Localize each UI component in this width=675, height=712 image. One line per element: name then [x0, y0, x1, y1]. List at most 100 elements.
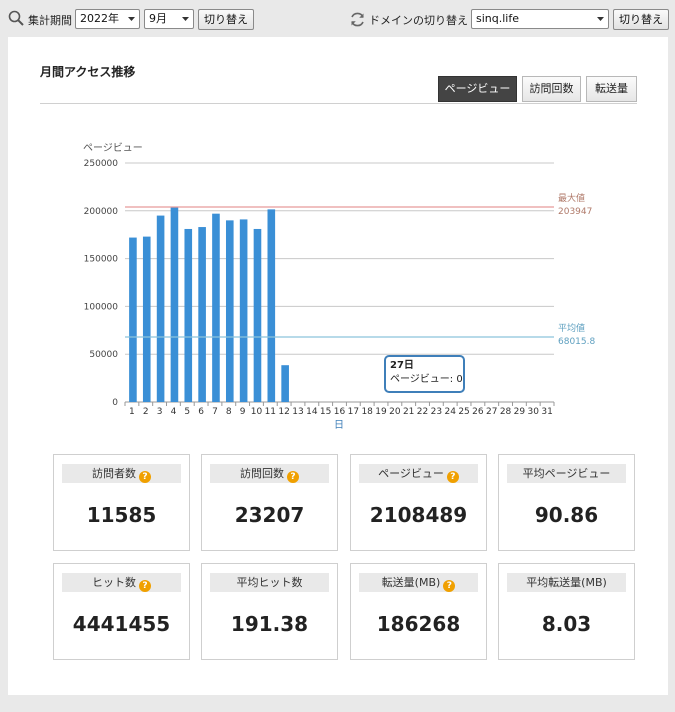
y-tick-label: 100000	[84, 302, 119, 312]
avg-line-value: 68015.8	[558, 337, 595, 347]
help-icon[interactable]: ?	[446, 471, 459, 483]
x-tick-label: 17	[348, 407, 359, 417]
x-tick-label: 22	[417, 407, 428, 417]
chevron-down-icon	[597, 17, 604, 21]
chart-bar	[267, 209, 276, 402]
monthly-access-chart: ページビュー 250000 200000 150000 100000 50000 0 最大…	[83, 142, 595, 431]
x-tick-label: 18	[361, 407, 373, 417]
y-tick-label: 50000	[89, 350, 118, 360]
domain-select-value: sinq.life	[476, 12, 519, 25]
max-line-value: 203947	[558, 207, 592, 217]
access-panel: 月間アクセス推移 ページビュー 訪問回数 転送量 ページビュー 250000 20…	[8, 37, 668, 695]
x-tick-label: 16	[334, 407, 346, 417]
x-tick-label: 9	[240, 407, 246, 417]
x-tick-label: 25	[458, 407, 469, 417]
y-tick-label: 150000	[84, 255, 119, 265]
stat-card-visitors: 訪問者数? 11585	[53, 454, 190, 551]
x-tick-label: 19	[375, 407, 387, 417]
chart-bar	[239, 219, 248, 402]
x-tick-label: 27	[486, 407, 497, 417]
y-axis-label: ページビュー	[83, 142, 143, 154]
x-tick-label: 29	[514, 407, 526, 417]
x-tick-label: 15	[320, 407, 331, 417]
x-tick-label: 3	[157, 407, 163, 417]
chart-bar	[184, 228, 193, 402]
x-tick-label: 7	[212, 407, 218, 417]
stat-card-pageviews: ページビュー? 2108489	[350, 454, 487, 551]
chart-bar	[253, 228, 262, 402]
x-tick-label: 24	[444, 407, 456, 417]
stat-label: ヒット数?	[62, 573, 181, 592]
month-select[interactable]: 9月	[144, 9, 194, 29]
stat-label: 平均ページビュー	[507, 464, 626, 483]
x-tick-label: 11	[265, 407, 276, 417]
chart-bar	[198, 227, 206, 402]
help-icon[interactable]: ?	[139, 580, 151, 592]
x-tick-label: 8	[226, 407, 232, 417]
x-tick-label: 10	[251, 407, 263, 417]
x-tick-label: 4	[171, 407, 177, 417]
stat-value: 4441455	[72, 612, 171, 636]
x-tick-label: 5	[184, 407, 190, 417]
year-select-value: 2022年	[80, 12, 119, 25]
stat-card-hits: ヒット数? 4441455	[53, 563, 190, 660]
chart-tooltip: 27日 ページビュー: 0	[384, 355, 465, 393]
x-tick-label: 6	[198, 407, 204, 417]
stat-value: 90.86	[534, 503, 599, 527]
stat-label: 訪問回数?	[210, 464, 329, 483]
refresh-icon	[351, 12, 364, 27]
chart-bar	[281, 365, 289, 402]
chevron-down-icon	[182, 17, 189, 21]
stat-value: 2108489	[369, 503, 468, 527]
chart-bar	[170, 207, 179, 402]
domain-switch-label: ドメインの切り替え	[369, 14, 468, 27]
help-icon[interactable]: ?	[443, 580, 456, 592]
chart-bar	[225, 220, 234, 402]
x-tick-label: 31	[541, 407, 552, 417]
stat-card-avg-pageviews: 平均ページビュー 90.86	[498, 454, 635, 551]
chart-bar	[156, 215, 165, 402]
stat-card-avg-hits: 平均ヒット数 191.38	[201, 563, 338, 660]
help-icon[interactable]: ?	[139, 471, 151, 483]
year-select[interactable]: 2022年	[75, 9, 140, 29]
stat-value: 8.03	[541, 612, 592, 636]
search-icon	[8, 10, 24, 26]
month-select-value: 9月	[149, 12, 167, 25]
stat-card-transfer: 転送量(MB)? 186268	[350, 563, 487, 660]
stat-label: ページビュー?	[359, 464, 478, 483]
x-tick-label: 2	[143, 407, 149, 417]
chart-bar	[129, 237, 137, 402]
period-label: 集計期間	[28, 14, 72, 27]
stat-value: 186268	[376, 612, 461, 636]
chart-bar	[212, 213, 220, 402]
y-tick-label: 200000	[84, 207, 119, 217]
stat-label: 訪問者数?	[62, 464, 181, 483]
domain-switch-button[interactable]: 切り替え	[613, 9, 669, 30]
chart-bar	[142, 236, 151, 402]
toolbar: 集計期間 2022年 9月 切り替え ドメインの切り替え sinq.life 切…	[0, 0, 675, 36]
x-tick-label: 20	[389, 407, 401, 417]
period-switch-button[interactable]: 切り替え	[198, 9, 254, 30]
x-tick-label: 28	[500, 407, 512, 417]
stat-label: 平均転送量(MB)	[507, 573, 626, 592]
stat-value: 23207	[234, 503, 305, 527]
stat-value: 191.38	[230, 612, 309, 636]
chevron-down-icon	[128, 17, 135, 21]
x-axis-label: 日	[334, 420, 344, 431]
x-tick-label: 14	[306, 407, 318, 417]
domain-select[interactable]: sinq.life	[471, 9, 609, 29]
help-icon[interactable]: ?	[287, 471, 299, 483]
x-tick-label: 21	[403, 407, 414, 417]
x-tick-label: 23	[431, 407, 442, 417]
stat-label: 転送量(MB)?	[359, 573, 478, 592]
y-tick-label: 0	[112, 398, 118, 408]
tooltip-title: 27日	[390, 360, 414, 371]
x-tick-label: 1	[129, 407, 135, 417]
max-line-label: 最大値	[558, 192, 585, 204]
avg-line-label: 平均値	[558, 322, 585, 334]
x-tick-label: 13	[292, 407, 303, 417]
x-tick-label: 30	[528, 407, 540, 417]
y-tick-label: 250000	[84, 159, 119, 169]
tooltip-text: ページビュー: 0	[390, 374, 463, 385]
x-tick-label: 12	[278, 407, 289, 417]
